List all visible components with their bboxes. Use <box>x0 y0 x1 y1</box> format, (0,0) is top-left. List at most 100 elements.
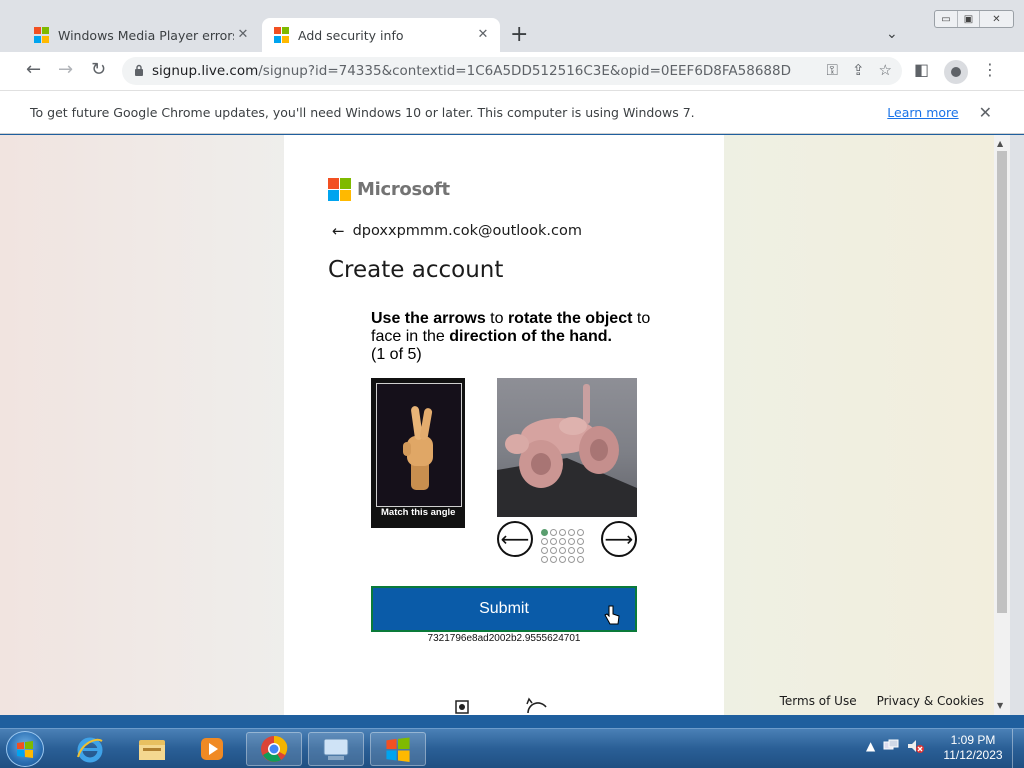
step-dot <box>550 547 557 554</box>
chrome-taskbar-button[interactable] <box>246 732 302 766</box>
maximize-button[interactable]: ▣ <box>957 11 979 27</box>
step-dot <box>559 529 566 536</box>
audio-challenge-icon[interactable] <box>454 699 470 715</box>
chrome-menu-icon[interactable]: ⋮ <box>982 60 998 79</box>
step-dot <box>559 556 566 563</box>
tab-title: Windows Media Player errors - M <box>58 27 234 43</box>
terms-of-use-link[interactable]: Terms of Use <box>780 694 857 708</box>
step-dot <box>577 547 584 554</box>
chrome-titlebar: ▭ ▣ ✕ Windows Media Player errors - M ✕ … <box>0 0 1024 52</box>
infobar-close-button[interactable]: ✕ <box>979 103 992 122</box>
reload-button[interactable]: ↻ <box>91 60 106 80</box>
step-dot <box>568 547 575 554</box>
scroll-down-arrow-icon[interactable]: ▼ <box>997 701 1003 710</box>
minimize-button[interactable]: ▭ <box>935 11 957 27</box>
microsoft-logo: Microsoft <box>328 178 450 201</box>
bookmark-star-icon[interactable]: ☆ <box>879 61 892 79</box>
internet-explorer-taskbar-button[interactable] <box>62 732 118 766</box>
tab-search-button[interactable]: ⌄ <box>886 26 898 42</box>
internet-explorer-icon <box>77 737 103 763</box>
back-button[interactable]: ← <box>26 60 41 80</box>
close-tab-button[interactable]: ✕ <box>474 26 492 44</box>
step-dot <box>559 547 566 554</box>
close-window-button[interactable]: ✕ <box>979 11 1013 27</box>
step-dot <box>550 556 557 563</box>
update-infobar: To get future Google Chrome updates, you… <box>0 90 1024 134</box>
side-panel-icon[interactable]: ◧ <box>914 60 929 79</box>
chrome-icon <box>261 735 288 762</box>
system-tray: ▲ <box>866 739 925 753</box>
step-dot <box>568 556 575 563</box>
brand-name: Microsoft <box>357 179 450 200</box>
page-footer: Terms of Use Privacy & Cookies <box>780 694 984 708</box>
window-controls: ▭ ▣ ✕ <box>934 10 1014 28</box>
step-dot <box>550 529 557 536</box>
clock-time: 1:09 PM <box>950 733 996 747</box>
desktop-screen: ▭ ▣ ✕ Windows Media Player errors - M ✕ … <box>0 0 1024 768</box>
share-icon[interactable]: ⇪ <box>852 61 865 79</box>
step-dot <box>541 547 548 554</box>
url-text[interactable]: signup.live.com/signup?id=74335&contexti… <box>152 63 792 79</box>
refresh-challenge-icon[interactable] <box>524 697 550 715</box>
window-edge <box>1010 135 1024 715</box>
tab-add-security-info[interactable]: Add security info ✕ <box>262 18 500 52</box>
step-dot <box>559 538 566 545</box>
step-dot <box>577 529 584 536</box>
keyboard-app-taskbar-button[interactable] <box>308 732 364 766</box>
account-email: dpoxxpmmm.cok@outlook.com <box>352 223 582 239</box>
password-key-icon[interactable]: ⚿ <box>827 61 838 79</box>
windows-explorer-icon <box>139 740 165 760</box>
windows-update-taskbar-button[interactable] <box>370 732 426 766</box>
microsoft-logo-icon <box>34 27 50 43</box>
rotate-left-button[interactable]: ⟵ <box>497 521 533 557</box>
address-bar[interactable]: signup.live.com/signup?id=74335&contexti… <box>122 57 902 85</box>
rotatable-object-image <box>497 378 637 517</box>
windows-explorer-taskbar-button[interactable] <box>124 732 180 766</box>
page-title: Create account <box>328 257 504 283</box>
media-player-taskbar-button[interactable] <box>184 732 240 766</box>
page-scrollbar[interactable]: ▲ ▼ <box>994 135 1010 715</box>
step-dot <box>550 538 557 545</box>
captcha-progress: (1 of 5) <box>371 346 422 363</box>
close-tab-button[interactable]: ✕ <box>234 26 252 44</box>
page-content: Microsoft ← dpoxxpmmm.cok@outlook.com Cr… <box>0 135 994 715</box>
network-icon[interactable] <box>883 739 899 753</box>
step-dot <box>577 556 584 563</box>
new-tab-button[interactable]: + <box>510 24 528 46</box>
show-hidden-icons-icon[interactable]: ▲ <box>866 739 875 753</box>
learn-more-link[interactable]: Learn more <box>887 105 958 120</box>
system-clock[interactable]: 1:09 PM 11/12/2023 <box>938 733 1008 763</box>
rotate-right-button[interactable]: ⟶ <box>601 521 637 557</box>
forward-button[interactable]: → <box>58 60 73 80</box>
infobar-message: To get future Google Chrome updates, you… <box>30 104 695 120</box>
step-dot <box>541 529 548 536</box>
windows-taskbar: ▲ 1:09 PM 11/12/2023 <box>0 728 1024 768</box>
captcha-step-indicator <box>541 529 584 563</box>
media-player-icon <box>201 738 223 760</box>
show-desktop-button[interactable] <box>1012 729 1024 768</box>
lock-icon[interactable] <box>134 64 144 79</box>
volume-muted-icon[interactable] <box>907 739 925 753</box>
hand-cursor-icon <box>604 605 620 630</box>
browser-toolbar: ← → ↻ signup.live.com/signup?id=74335&co… <box>0 52 1024 90</box>
step-dot <box>568 538 575 545</box>
microsoft-logo-icon <box>328 178 351 201</box>
start-button[interactable] <box>6 731 44 767</box>
back-arrow-icon[interactable]: ← <box>332 222 345 240</box>
step-dot <box>577 538 584 545</box>
privacy-cookies-link[interactable]: Privacy & Cookies <box>877 694 984 708</box>
hand-reference-image: Match this angle <box>371 378 465 528</box>
keyboard-app-icon <box>323 738 349 760</box>
submit-button[interactable]: Submit <box>371 586 637 632</box>
tab-windows-media-player-errors[interactable]: Windows Media Player errors - M ✕ <box>22 18 260 52</box>
clock-date: 11/12/2023 <box>943 748 1003 762</box>
session-id: 7321796e8ad2002b2.9555624701 <box>427 633 581 644</box>
signup-card: Microsoft ← dpoxxpmmm.cok@outlook.com Cr… <box>284 135 724 715</box>
profile-avatar[interactable] <box>944 60 968 84</box>
scroll-up-arrow-icon[interactable]: ▲ <box>997 139 1003 148</box>
email-back-row: ← dpoxxpmmm.cok@outlook.com <box>332 222 582 240</box>
scrollbar-thumb[interactable] <box>997 151 1007 613</box>
toy-tractor-icon <box>497 384 637 517</box>
tab-title: Add security info <box>298 27 404 43</box>
captcha-instructions: Use the arrows to rotate the object to f… <box>371 310 651 363</box>
